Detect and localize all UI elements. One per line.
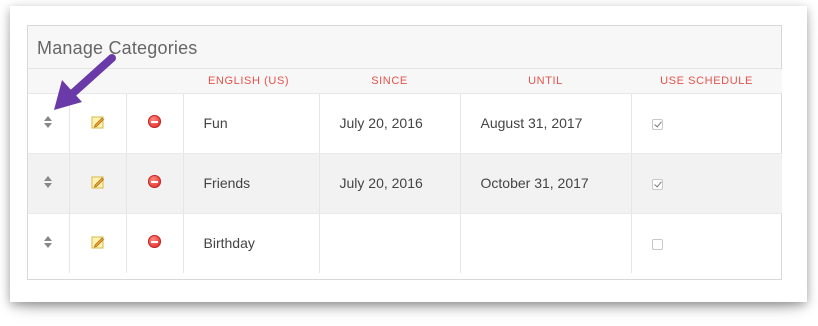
sort-handle-icon[interactable] [44,236,53,249]
pencil-icon[interactable] [91,115,105,129]
column-header-delete [126,69,183,94]
column-header-until[interactable]: UNTIL [460,69,631,94]
since-date [319,213,461,273]
until-date: August 31, 2017 [460,93,632,154]
until-date [460,213,632,273]
sort-handle-icon[interactable] [44,176,53,188]
since-date: July 20, 2016 [319,93,461,154]
manage-categories-panel: Manage Categories ENGLISH (US) SINCE UNT… [27,25,782,280]
use-schedule-checkbox[interactable] [651,178,663,190]
table-row: Fun July 20, 2016 August 31, 2017 [28,93,782,154]
pencil-icon[interactable] [91,235,105,249]
category-name: Birthday [183,213,320,273]
since-date: July 20, 2016 [319,153,461,214]
pencil-icon[interactable] [91,175,105,189]
table-header-row: ENGLISH (US) SINCE UNTIL USE SCHEDULE [28,69,782,94]
annotation-arrow-icon [54,54,116,110]
table-row: Friends July 20, 2016 October 31, 2017 [28,153,782,214]
screenshot-card: Manage Categories ENGLISH (US) SINCE UNT… [10,6,807,302]
categories-table: ENGLISH (US) SINCE UNTIL USE SCHEDULE Fu… [28,69,782,273]
minus-circle-icon[interactable] [148,115,161,128]
until-date: October 31, 2017 [460,153,632,214]
panel-title: Manage Categories [28,26,781,69]
column-header-use-schedule[interactable]: USE SCHEDULE [631,69,782,94]
minus-circle-icon[interactable] [148,235,161,249]
minus-circle-icon[interactable] [148,175,161,188]
category-name: Friends [183,153,320,214]
column-header-since[interactable]: SINCE [319,69,460,94]
column-header-english[interactable]: ENGLISH (US) [183,69,319,94]
use-schedule-checkbox[interactable] [651,239,663,251]
use-schedule-checkbox[interactable] [651,118,663,130]
sort-handle-icon[interactable] [44,116,53,128]
category-name: Fun [183,93,320,154]
table-row: Birthday [28,213,782,273]
